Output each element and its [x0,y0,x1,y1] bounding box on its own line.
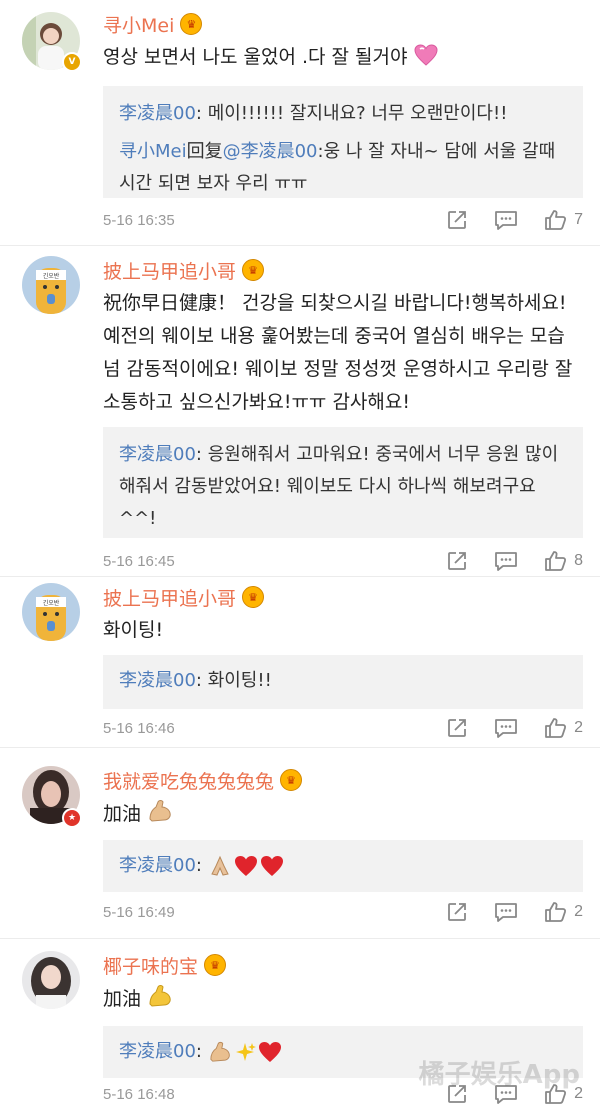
repost-button[interactable] [446,550,468,572]
timestamp: 5-16 16:45 [103,552,175,570]
crown-vip-icon: ♛ [180,13,203,35]
comment-text: 영상 보면서 나도 울었어 .다 잘 될거야 [103,41,583,74]
avatar-label: 긴오반 [43,272,60,280]
comment-text: 화이팅! [103,619,164,641]
repost-button[interactable] [446,717,468,739]
comment-item: 긴오반 披上马甲追小哥 ♛ 祝你早日健康！ 건강을 되찾으시길 바랍니다!행복하… [0,246,600,576]
reply-text: : 메이!!!!!! 잘지내요? 너무 오랜만이다!! [195,103,508,124]
pink-heart-icon [414,44,438,66]
username[interactable]: 我就爱吃兔兔兔兔兔 [103,767,274,794]
repost-icon [448,211,466,229]
comment-item: V 寻小Mei ♛ 영상 보면서 나도 울었어 .다 잘 될거야 李凌晨00: … [0,0,600,245]
thumbs-up-icon [545,551,567,571]
folded-hands-icon [210,855,229,876]
like-button[interactable]: 2 [544,901,583,923]
reply-item: 李凌晨00: 화이팅!! [119,665,569,697]
like-count: 8 [574,552,583,569]
flexed-biceps-icon [210,1041,230,1062]
thumbs-up-icon [545,902,567,922]
reply-item: 李凌晨00: [119,850,569,882]
comment-text: 加油 [103,798,583,831]
reply-text: : [195,855,208,876]
reply-text: : 화이팅!! [195,670,272,691]
reply-username[interactable]: 李凌晨00 [119,670,196,691]
timestamp: 5-16 16:46 [103,719,175,737]
crown-vip-icon: ♛ [242,259,265,281]
avatar[interactable] [22,951,80,1009]
like-count: 2 [574,903,583,920]
comment-icon [495,211,517,230]
reply-username[interactable]: 李凌晨00 [119,850,196,882]
thumbs-up-icon [545,718,567,738]
like-button[interactable]: 7 [544,209,583,231]
reply-box: 李凌晨00: 응원해줘서 고마워요! 중국에서 너무 응원 많이 해줘서 감동받… [103,427,583,538]
repost-button[interactable] [446,901,468,923]
thumbs-up-icon [545,210,567,230]
comment-button[interactable] [494,717,518,739]
comment-text: 祝你早日健康！ 건강을 되찾으시길 바랍니다!행복하세요! 예전의 웨이보 내용… [103,292,573,413]
timestamp: 5-16 16:49 [103,903,175,921]
crown-vip-icon: ♛ [280,769,303,791]
flexed-biceps-icon [149,800,171,822]
comment-item: ★ 我就爱吃兔兔兔兔兔 ♛ 加油 李凌晨00: 5-16 16:49 2 [0,748,600,938]
repost-icon [448,903,466,921]
username[interactable]: 披上马甲追小哥 [103,257,236,284]
comment-button[interactable] [494,550,518,572]
username[interactable]: 椰子味的宝 [103,952,198,979]
comment-button[interactable] [494,901,518,923]
username[interactable]: 寻小Mei [103,11,174,38]
reply-username[interactable]: 李凌晨00 [119,1036,196,1068]
watermark: 橘子娱乐App [418,1060,580,1090]
avatar-label: 긴오반 [43,599,60,607]
comment-icon [495,719,517,738]
crown-vip-icon: ♛ [204,954,227,976]
username[interactable]: 披上马甲追小哥 [103,584,236,611]
like-count: 2 [574,719,583,736]
reply-item: 李凌晨00: 응원해줘서 고마워요! 중국에서 너무 응원 많이 해줘서 감동받… [119,439,569,535]
avatar[interactable]: 긴오반 [22,256,80,314]
reply-box: 李凌晨00: 메이!!!!!! 잘지내요? 너무 오랜만이다!! 寻小Mei回复… [103,86,583,198]
reply-mention[interactable]: @李凌晨00 [223,141,318,162]
comment-text-content: 영상 보면서 나도 울었어 .다 잘 될거야 [103,46,408,68]
comment-text-content: 加油 [103,988,142,1010]
comment-text: 加油 [103,983,583,1016]
timestamp: 5-16 16:35 [103,211,175,229]
sparkles-icon [235,1043,256,1061]
comment-item: 긴오반 披上马甲追小哥 ♛ 화이팅! 李凌晨00: 화이팅!! 5-16 16:… [0,577,600,747]
red-heart-icon [260,856,283,876]
repost-icon [448,552,466,570]
repost-button[interactable] [446,209,468,231]
timestamp: 5-16 16:48 [103,1085,175,1103]
repost-icon [448,719,466,737]
reply-username[interactable]: 李凌晨00 [119,103,196,124]
reply-text: : [195,1041,208,1062]
like-button[interactable]: 8 [544,550,583,572]
red-heart-icon [234,856,257,876]
reply-username[interactable]: 寻小Mei [119,141,187,162]
vip-badge-icon: ★ [62,808,82,828]
reply-username[interactable]: 李凌晨00 [119,444,196,465]
comment-button[interactable] [494,209,518,231]
comment-icon [495,552,517,571]
comment-icon [495,903,517,922]
verified-badge-icon: V [62,52,82,72]
reply-box: 李凌晨00: 화이팅!! [103,655,583,709]
like-button[interactable]: 2 [544,717,583,739]
like-count: 7 [574,211,583,228]
comment-text-content: 加油 [103,803,142,825]
flexed-biceps-icon [149,985,171,1007]
avatar[interactable]: 긴오반 [22,583,80,641]
reply-item: 李凌晨00: 메이!!!!!! 잘지내요? 너무 오랜만이다!! [119,98,569,130]
red-heart-icon [258,1042,281,1062]
crown-vip-icon: ♛ [242,586,265,608]
reply-prefix: 回复 [186,141,223,162]
reply-item: 寻小Mei回复@李凌晨00:웅 나 잘 자내~ 담에 서울 갈때 시간 되면 보… [119,136,569,200]
reply-box: 李凌晨00: [103,840,583,892]
